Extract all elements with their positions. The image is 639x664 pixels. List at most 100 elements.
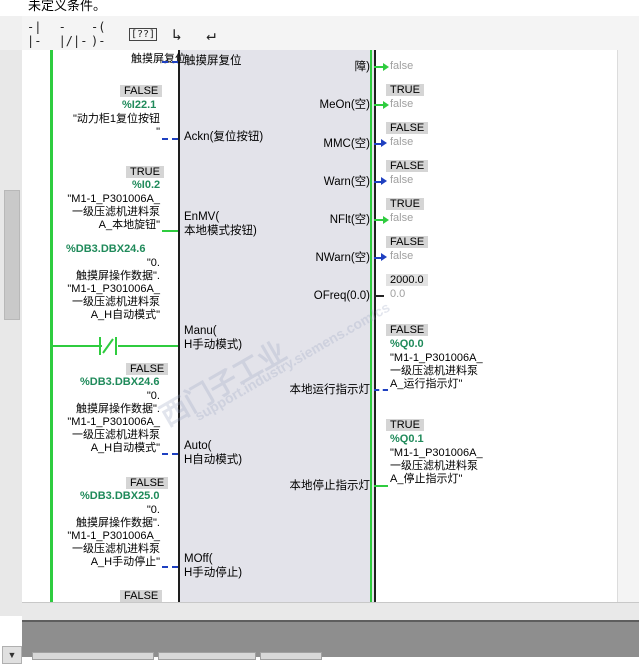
operand-symbol[interactable]: "M1-1_P301006A_ <box>36 283 160 296</box>
open-branch-icon[interactable]: ↳ <box>162 21 192 47</box>
nc-contact-icon[interactable]: -|/|- <box>58 20 88 48</box>
operand-symbol[interactable]: 一级压滤机进料泵 <box>36 429 160 442</box>
bottom-panel <box>22 620 639 660</box>
pin-in-manu-1[interactable]: Manu( <box>184 324 217 338</box>
pin-in-auto-1[interactable]: Auto( <box>184 439 212 453</box>
no-contact-icon[interactable]: -| |- <box>26 20 56 48</box>
live-value-false: false <box>390 250 414 262</box>
operand-address[interactable]: %DB3.DBX25.0 <box>80 490 159 502</box>
pin-out-fault[interactable]: 障) <box>355 60 370 74</box>
operand-symbol[interactable]: 触摸屏操作数据". <box>36 270 160 283</box>
operand-symbol[interactable]: A_H手动停止" <box>36 556 160 569</box>
open-branch-glyph: ↳ <box>172 24 182 44</box>
close-branch-glyph: ↵ <box>206 24 216 44</box>
operand-symbol[interactable]: 一级压滤机进料泵 <box>390 460 478 473</box>
operand-address[interactable]: %Q0.0 <box>390 338 424 350</box>
scrollbar-thumb[interactable] <box>4 190 20 320</box>
pin-out-ofreq[interactable]: OFreq(0.0) <box>314 289 370 303</box>
wire-out-stop-lamp <box>374 485 388 487</box>
no-contact-glyph: -| |- <box>27 20 42 48</box>
empty-box-icon[interactable]: [??] <box>128 21 158 47</box>
wire-ackn <box>162 138 178 140</box>
live-value: TRUE <box>126 166 164 178</box>
live-value: TRUE <box>386 84 424 96</box>
operand-symbol[interactable]: 一级压滤机进料泵 <box>36 206 160 219</box>
wire-enmv <box>162 230 178 232</box>
operand-symbol[interactable]: 触摸屏操作数据". <box>36 517 160 530</box>
wire-out-ofreq <box>374 295 384 297</box>
live-value: FALSE <box>386 160 429 172</box>
operand-symbol[interactable]: A_H自动模式" <box>36 442 160 455</box>
operand-address[interactable]: %I0.2 <box>132 179 160 191</box>
pin-out-mmc[interactable]: MMC(空) <box>323 137 370 151</box>
pin-in-moff-1[interactable]: MOff( <box>184 552 213 566</box>
pin-out-stop-lamp[interactable]: 本地停止指示灯 <box>290 479 371 493</box>
wire-moff <box>162 566 178 568</box>
operand-symbol[interactable]: "M1-1_P301006A_ <box>36 530 160 543</box>
operand-symbol[interactable]: "M1-1_P301006A_ <box>390 352 483 365</box>
operand-address[interactable]: %Q0.1 <box>390 433 424 445</box>
arrow-icon <box>383 63 389 71</box>
arrow-icon <box>383 216 389 224</box>
wire-manu-left <box>52 345 102 347</box>
pin-in-ackn[interactable]: Ackn(复位按钮) <box>184 130 263 144</box>
status-message: 未定义条件。 <box>0 0 639 16</box>
operand-symbol[interactable]: "M1-1_P301006A_ <box>36 193 160 206</box>
operand-symbol[interactable]: "0. <box>36 257 160 270</box>
operand-symbol[interactable]: "M1-1_P301006A_ <box>36 416 160 429</box>
live-value: FALSE <box>386 236 429 248</box>
operand-symbol[interactable]: A_停止指示灯" <box>390 473 462 486</box>
wire-reset <box>162 61 178 63</box>
pin-out-warn[interactable]: Warn(空) <box>324 175 370 189</box>
pin-out-run-lamp[interactable]: 本地运行指示灯 <box>290 383 371 397</box>
operand-reset-symbol[interactable]: 触摸屏复位 <box>74 53 186 66</box>
pin-in-manu-2[interactable]: H手动模式) <box>184 338 242 352</box>
nc-contact-icon[interactable] <box>96 335 120 357</box>
operand-symbol[interactable]: "M1-1_P301006A_ <box>390 447 483 460</box>
live-value: TRUE <box>386 198 424 210</box>
arrow-icon <box>383 101 389 109</box>
ladder-editor[interactable]: 触摸屏复位 Ackn(复位按钮) EnMV( 本地模式按钮) Manu( H手动… <box>22 50 617 602</box>
operand-symbol[interactable]: 一级压滤机进料泵 <box>36 543 160 556</box>
nc-contact-glyph: -|/|- <box>58 20 88 48</box>
operand-address[interactable]: %I22.1 <box>122 99 156 111</box>
pin-in-enmv-1[interactable]: EnMV( <box>184 210 219 224</box>
live-value-false: false <box>390 174 414 186</box>
panel-tab[interactable] <box>158 652 256 660</box>
operand-symbol[interactable]: 触摸屏操作数据". <box>36 403 160 416</box>
operand-symbol[interactable]: A_H自动模式" <box>36 309 160 322</box>
motor-function-block[interactable]: 触摸屏复位 Ackn(复位按钮) EnMV( 本地模式按钮) Manu( H手动… <box>178 50 376 602</box>
panel-tab[interactable] <box>32 652 154 660</box>
empty-box-glyph: [??] <box>128 27 158 41</box>
ladder-toolbar: -| |- -|/|- -( )- [??] ↳ ↵ <box>22 16 639 51</box>
live-value: FALSE <box>386 122 429 134</box>
pin-out-meon[interactable]: MeOn(空) <box>320 98 370 112</box>
close-branch-icon[interactable]: ↵ <box>196 21 226 47</box>
operand-symbol[interactable]: "0. <box>36 504 160 517</box>
scroll-down-arrow-icon[interactable]: ▼ <box>2 646 22 664</box>
arrow-icon <box>381 177 387 185</box>
operand-symbol[interactable]: "动力柜1复位按钮 <box>36 113 160 126</box>
live-value-false: false <box>390 60 414 72</box>
panel-tab[interactable] <box>260 652 322 660</box>
operand-symbol[interactable]: "0. <box>36 390 160 403</box>
pin-in-enmv-2[interactable]: 本地模式按钮) <box>184 224 257 238</box>
live-value: FALSE <box>386 324 429 336</box>
operand-symbol[interactable]: A_本地旋钮" <box>36 219 160 232</box>
pin-out-nflt[interactable]: NFlt(空) <box>330 213 370 227</box>
operand-symbol[interactable]: 一级压滤机进料泵 <box>390 365 478 378</box>
live-value: FALSE <box>126 363 169 375</box>
pin-in-moff-2[interactable]: H手动停止) <box>184 566 242 580</box>
coil-icon[interactable]: -( )- <box>90 20 120 48</box>
horizontal-scroll-area[interactable] <box>22 602 639 621</box>
live-value-false: false <box>390 98 414 110</box>
operand-symbol[interactable]: 一级压滤机进料泵 <box>36 296 160 309</box>
vertical-scrollbar[interactable]: ▼ <box>0 50 23 664</box>
operand-symbol[interactable]: " <box>36 126 160 139</box>
operand-symbol[interactable]: A_运行指示灯" <box>390 378 462 391</box>
operand-address[interactable]: %DB3.DBX24.6 <box>66 243 145 255</box>
pin-in-auto-2[interactable]: H自动模式) <box>184 453 242 467</box>
pin-out-nwarn[interactable]: NWarn(空) <box>315 251 370 265</box>
operand-address[interactable]: %DB3.DBX24.6 <box>80 376 159 388</box>
pin-in-reset[interactable]: 触摸屏复位 <box>184 54 242 68</box>
